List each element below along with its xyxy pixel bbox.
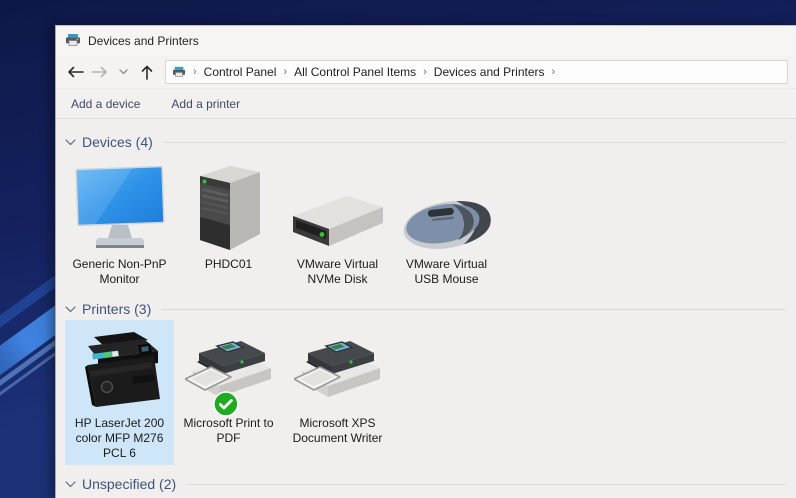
section-divider	[186, 484, 786, 485]
printer-label: HP LaserJet 200 color MFP M276 PCL 6	[68, 416, 171, 461]
printers-row: HP LaserJet 200 color MFP M276 PCL 6	[65, 320, 796, 465]
breadcrumb[interactable]: › Control Panel › All Control Panel Item…	[165, 60, 788, 84]
chevron-down-icon	[65, 478, 77, 490]
items-view: Devices (4)	[56, 119, 796, 498]
section-header-unspecified[interactable]: Unspecified (2)	[65, 474, 786, 494]
printer-item-microsoft-xps-writer[interactable]: Microsoft XPS Document Writer	[283, 320, 392, 450]
hp-mfp-printer-icon	[74, 325, 166, 411]
breadcrumb-item-all-control-panel-items[interactable]: All Control Panel Items	[292, 65, 418, 79]
forward-button[interactable]	[87, 60, 111, 84]
add-a-printer-button[interactable]: Add a printer	[171, 97, 240, 111]
device-label: Generic Non-PnP Monitor	[68, 257, 171, 287]
section-divider	[161, 309, 786, 310]
up-button[interactable]	[135, 60, 159, 84]
breadcrumb-item-control-panel[interactable]: Control Panel	[202, 65, 279, 79]
device-label: VMware Virtual NVMe Disk	[286, 257, 389, 287]
window-title: Devices and Printers	[88, 34, 199, 48]
device-item-generic-monitor[interactable]: Generic Non-PnP Monitor	[65, 159, 174, 291]
device-item-vmware-nvme-disk[interactable]: VMware Virtual NVMe Disk	[283, 159, 392, 291]
address-bar: › Control Panel › All Control Panel Item…	[56, 56, 796, 89]
section-title: Printers (3)	[82, 301, 151, 317]
section-header-printers[interactable]: Printers (3)	[65, 299, 786, 319]
chevron-down-icon	[65, 303, 77, 315]
disk-drive-icon	[291, 164, 385, 252]
printer-item-hp-laserjet[interactable]: HP LaserJet 200 color MFP M276 PCL 6	[65, 320, 174, 465]
device-label: PHDC01	[177, 257, 280, 272]
printer-label: Microsoft Print to PDF	[177, 416, 280, 446]
printer-label: Microsoft XPS Document Writer	[286, 416, 389, 446]
recent-pages-dropdown[interactable]	[111, 60, 135, 84]
add-a-device-button[interactable]: Add a device	[71, 97, 140, 111]
back-button[interactable]	[63, 60, 87, 84]
section-header-devices[interactable]: Devices (4)	[65, 132, 786, 152]
printer-icon	[185, 325, 273, 411]
printer-icon	[294, 325, 382, 411]
breadcrumb-separator: ›	[418, 66, 432, 78]
device-item-vmware-usb-mouse[interactable]: VMware Virtual USB Mouse	[392, 159, 501, 291]
printer-icon	[65, 33, 81, 50]
section-divider	[163, 142, 786, 143]
command-bar: Add a device Add a printer	[56, 89, 796, 119]
section-title: Unspecified (2)	[82, 476, 176, 492]
section-title: Devices (4)	[82, 134, 153, 150]
mouse-icon	[400, 164, 494, 252]
default-printer-check-icon	[212, 391, 238, 420]
title-bar[interactable]: Devices and Printers	[56, 26, 796, 56]
breadcrumb-separator: ›	[188, 66, 202, 78]
devices-row: Generic Non-PnP Monitor	[65, 159, 796, 291]
device-label: VMware Virtual USB Mouse	[395, 257, 498, 287]
computer-tower-icon	[194, 164, 264, 252]
monitor-icon	[74, 164, 166, 252]
chevron-down-icon	[65, 136, 77, 148]
printer-item-microsoft-print-to-pdf[interactable]: Microsoft Print to PDF	[174, 320, 283, 450]
printer-icon	[172, 66, 186, 78]
breadcrumb-separator: ›	[547, 66, 561, 78]
device-item-phdc01[interactable]: PHDC01	[174, 159, 283, 276]
devices-and-printers-window: Devices and Printers › Control Panel	[55, 25, 796, 498]
breadcrumb-item-devices-and-printers[interactable]: Devices and Printers	[432, 65, 547, 79]
breadcrumb-separator: ›	[278, 66, 292, 78]
